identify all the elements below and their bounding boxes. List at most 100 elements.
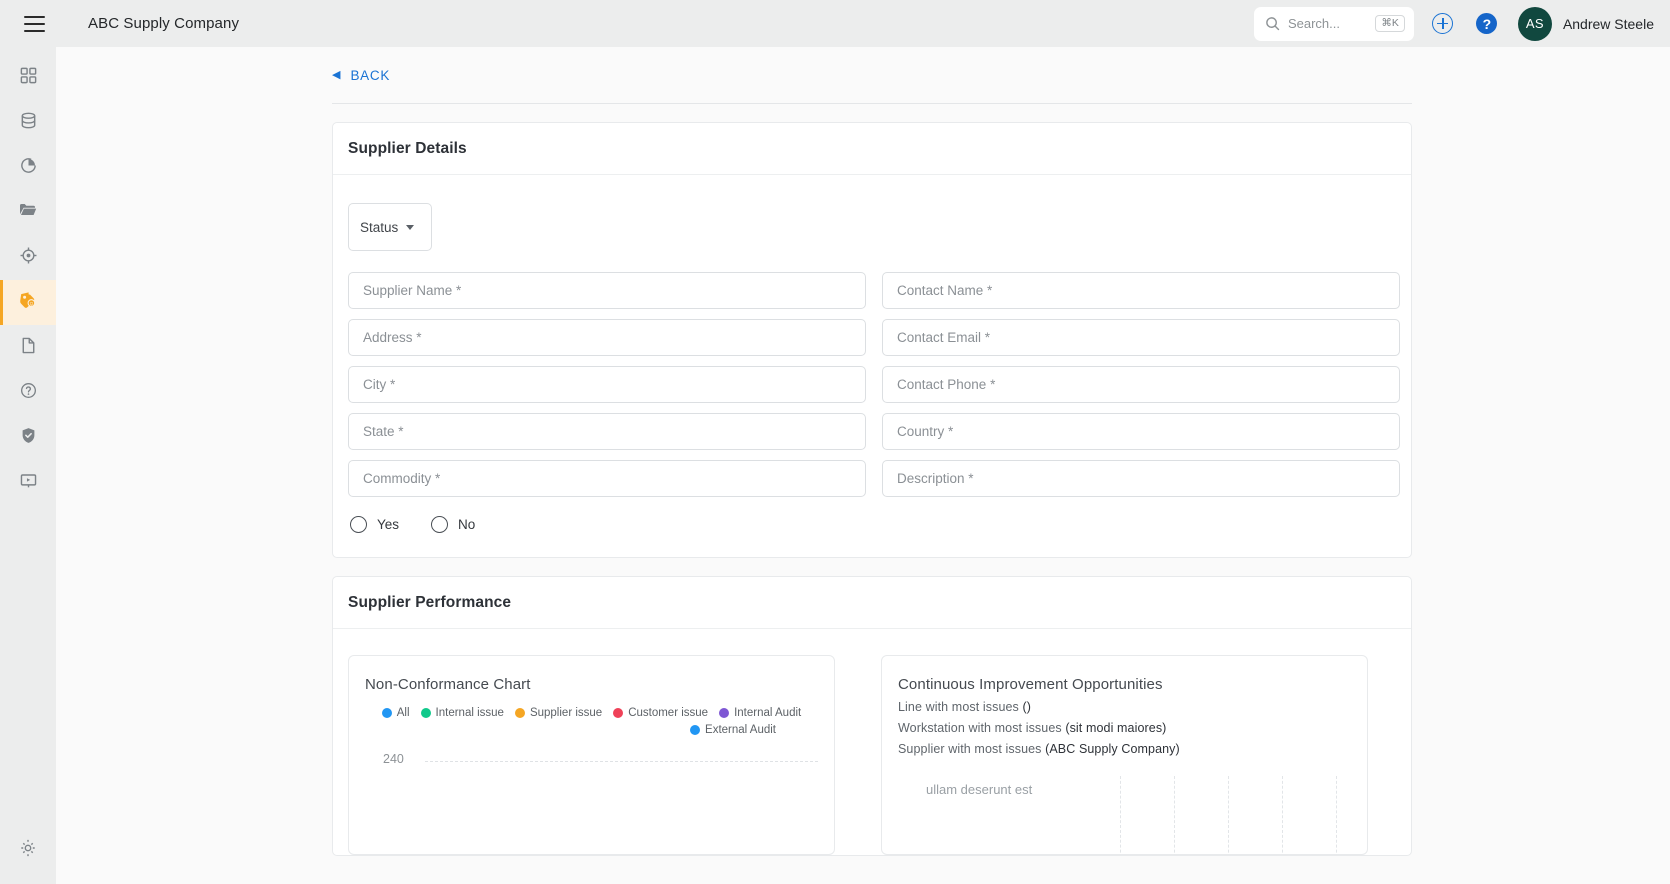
legend-item-internal-audit[interactable]: Internal Audit: [719, 707, 801, 719]
search-icon: [1265, 16, 1280, 31]
tag-icon: Q: [18, 290, 38, 315]
header-actions: Search... ⌘K ? AS Andrew Steele: [1253, 6, 1654, 41]
supplier-details-header: Supplier Details: [333, 123, 1411, 175]
ci-workstation-label: Workstation with most issues: [898, 721, 1062, 735]
contact-email-input[interactable]: [897, 330, 1385, 345]
sidebar-item-quality[interactable]: [0, 415, 56, 460]
content-container: ◀ BACK Supplier Details Status Supplier …: [332, 47, 1412, 856]
document-icon: [19, 336, 38, 360]
monitor-play-icon: [19, 471, 38, 495]
sidebar-item-settings[interactable]: [0, 822, 56, 878]
ci-supplier-value: (ABC Supply Company): [1045, 742, 1180, 756]
address-input[interactable]: [363, 330, 851, 345]
radio-no-label: No: [458, 517, 476, 532]
sidebar-item-targets[interactable]: [0, 235, 56, 280]
pie-chart-icon: [19, 156, 38, 180]
sidebar-item-database[interactable]: [0, 100, 56, 145]
legend-dot-supplier-issue: [514, 708, 525, 718]
legend-label-supplier-issue: Supplier issue: [529, 707, 603, 719]
non-conformance-chart-title: Non-Conformance Chart: [365, 676, 531, 693]
shield-check-icon: [19, 426, 38, 450]
contact-name-input[interactable]: [897, 283, 1385, 298]
legend-label-customer-issue: Customer issue: [628, 707, 709, 719]
radio-yes[interactable]: [350, 516, 367, 533]
supplier-details-card: Supplier Details Status Supplier Name * …: [332, 122, 1412, 558]
help-button[interactable]: ?: [1470, 7, 1504, 41]
description-input[interactable]: [897, 471, 1385, 486]
legend-item-internal-issue[interactable]: Internal issue: [420, 707, 504, 719]
left-rail: Q: [0, 47, 56, 884]
supplier-details-body: Status Supplier Name * Contact Name * Ad…: [333, 175, 1411, 557]
ci-supplier-label: Supplier with most issues: [898, 742, 1042, 756]
y-axis-tick-240: 240: [383, 752, 404, 766]
sidebar-item-documents[interactable]: [0, 325, 56, 370]
supplier-name-field[interactable]: [348, 272, 866, 309]
gridline: [425, 761, 818, 762]
ci-workstation-value: (sit modi maiores): [1065, 721, 1167, 735]
legend-dot-internal-audit: [719, 708, 730, 718]
supplier-name-input[interactable]: [363, 283, 851, 298]
chart-legend-row-2: External Audit: [369, 724, 814, 736]
supplier-performance-body: Non-Conformance Chart All Internal issue: [333, 629, 1411, 855]
brand-title: ABC Supply Company: [88, 15, 240, 32]
avatar[interactable]: AS: [1517, 6, 1552, 41]
contact-phone-field[interactable]: [882, 366, 1400, 403]
help-circle-icon: ?: [1476, 13, 1498, 34]
legend-item-customer-issue[interactable]: Customer issue: [613, 707, 708, 719]
description-field[interactable]: [882, 460, 1400, 497]
supplier-fields-grid: [348, 272, 1400, 497]
gear-icon: [18, 838, 38, 863]
radio-yes-label: Yes: [377, 517, 400, 532]
x-axis-label: ullam deserunt est: [926, 782, 1033, 797]
sidebar-item-files[interactable]: [0, 190, 56, 235]
contact-name-field[interactable]: [882, 272, 1400, 309]
hamburger-icon[interactable]: [20, 10, 48, 38]
state-input[interactable]: [363, 424, 851, 439]
legend-item-external-audit[interactable]: External Audit: [690, 724, 776, 736]
contact-email-field[interactable]: [882, 319, 1400, 356]
sidebar-item-help[interactable]: [0, 370, 56, 415]
chevron-left-icon[interactable]: ◀: [332, 69, 340, 81]
sidebar-item-analytics[interactable]: [0, 145, 56, 190]
search-shortcut-badge: ⌘K: [1375, 15, 1405, 32]
back-row: ◀ BACK: [332, 47, 1412, 103]
legend-dot-internal-issue: [420, 708, 431, 718]
ci-workstation-most-issues: Workstation with most issues (sit modi m…: [898, 721, 1351, 735]
sidebar-item-training[interactable]: [0, 460, 56, 505]
hamburger-bar: [23, 29, 45, 32]
country-input[interactable]: [897, 424, 1385, 439]
top-header: ABC Supply Company Search... ⌘K ? AS And…: [0, 0, 1670, 47]
commodity-input[interactable]: [363, 471, 851, 486]
header-divider: [332, 103, 1412, 104]
legend-dot-all: [381, 708, 392, 718]
chevron-down-icon: [406, 224, 415, 230]
search-input[interactable]: Search... ⌘K: [1253, 6, 1414, 41]
svg-text:Q: Q: [30, 301, 34, 306]
folder-icon: [18, 200, 38, 225]
legend-dot-external-audit: [690, 725, 701, 735]
yes-no-radio-group: Yes No: [348, 516, 1396, 533]
legend-item-supplier-issue[interactable]: Supplier issue: [514, 707, 603, 719]
city-field[interactable]: [348, 366, 866, 403]
supplier-performance-card: Supplier Performance Non-Conformance Cha…: [332, 576, 1412, 856]
sidebar-item-dashboard[interactable]: [0, 55, 56, 100]
city-input[interactable]: [363, 377, 851, 392]
radio-no[interactable]: [431, 516, 449, 533]
back-button[interactable]: BACK: [350, 68, 390, 83]
commodity-field[interactable]: [348, 460, 866, 497]
target-icon: [19, 246, 38, 270]
legend-label-external-audit: External Audit: [705, 724, 776, 736]
page-title: Supplier Details: [348, 140, 467, 157]
address-field[interactable]: [348, 319, 866, 356]
add-button[interactable]: [1426, 7, 1460, 41]
status-dropdown[interactable]: Status: [348, 203, 432, 251]
country-field[interactable]: [882, 413, 1400, 450]
continuous-improvement-card: Continuous Improvement Opportunities Lin…: [881, 655, 1368, 855]
legend-label-all: All: [396, 707, 410, 719]
state-field[interactable]: [348, 413, 866, 450]
contact-phone-input[interactable]: [897, 377, 1385, 392]
sidebar-item-suppliers[interactable]: Q: [0, 280, 56, 325]
gridline: [1228, 776, 1229, 854]
legend-item-all[interactable]: All: [381, 707, 410, 719]
gridline: [1120, 776, 1121, 854]
